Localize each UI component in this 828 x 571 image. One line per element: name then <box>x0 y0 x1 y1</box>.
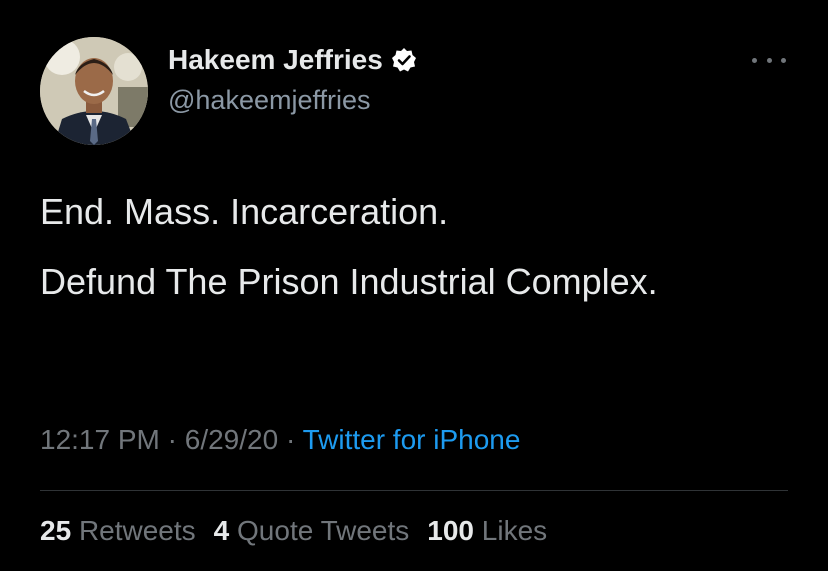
avatar[interactable] <box>40 37 148 145</box>
author-name-row[interactable]: Hakeem Jeffries <box>168 44 417 76</box>
tweet-source-link[interactable]: Twitter for iPhone <box>303 424 521 455</box>
profile-photo <box>40 37 148 145</box>
more-options-icon[interactable] <box>752 50 786 70</box>
tweet-stats: 25 Retweets 4 Quote Tweets 100 Likes <box>40 515 547 547</box>
retweets-count: 25 <box>40 515 72 546</box>
tweet-meta: 12:17 PM · 6/29/20 · Twitter for iPhone <box>40 424 520 456</box>
retweets-label: Retweets <box>78 515 196 546</box>
retweets-stat[interactable]: 25 Retweets <box>40 515 196 547</box>
more-dot <box>752 57 757 63</box>
author-handle[interactable]: @hakeemjeffries <box>168 85 371 116</box>
tweet-text-line-1: End. Mass. Incarceration. <box>40 191 449 232</box>
verified-badge-icon <box>391 47 417 73</box>
author-name[interactable]: Hakeem Jeffries <box>168 44 383 76</box>
tweet-time[interactable]: 12:17 PM <box>40 424 160 455</box>
more-dot <box>766 57 772 63</box>
divider <box>40 490 788 491</box>
likes-count: 100 <box>427 515 474 546</box>
likes-label: Likes <box>481 515 548 546</box>
quote-tweets-count: 4 <box>213 515 230 546</box>
tweet-text-line-2: Defund The Prison Industrial Complex. <box>40 261 658 302</box>
likes-stat[interactable]: 100 Likes <box>427 515 547 547</box>
meta-separator: · <box>285 424 296 455</box>
meta-separator: · <box>167 424 177 455</box>
more-dot <box>781 57 786 63</box>
quote-tweets-label: Quote Tweets <box>237 515 410 546</box>
tweet-date[interactable]: 6/29/20 <box>185 424 278 455</box>
quote-tweets-stat[interactable]: 4 Quote Tweets <box>214 515 410 547</box>
